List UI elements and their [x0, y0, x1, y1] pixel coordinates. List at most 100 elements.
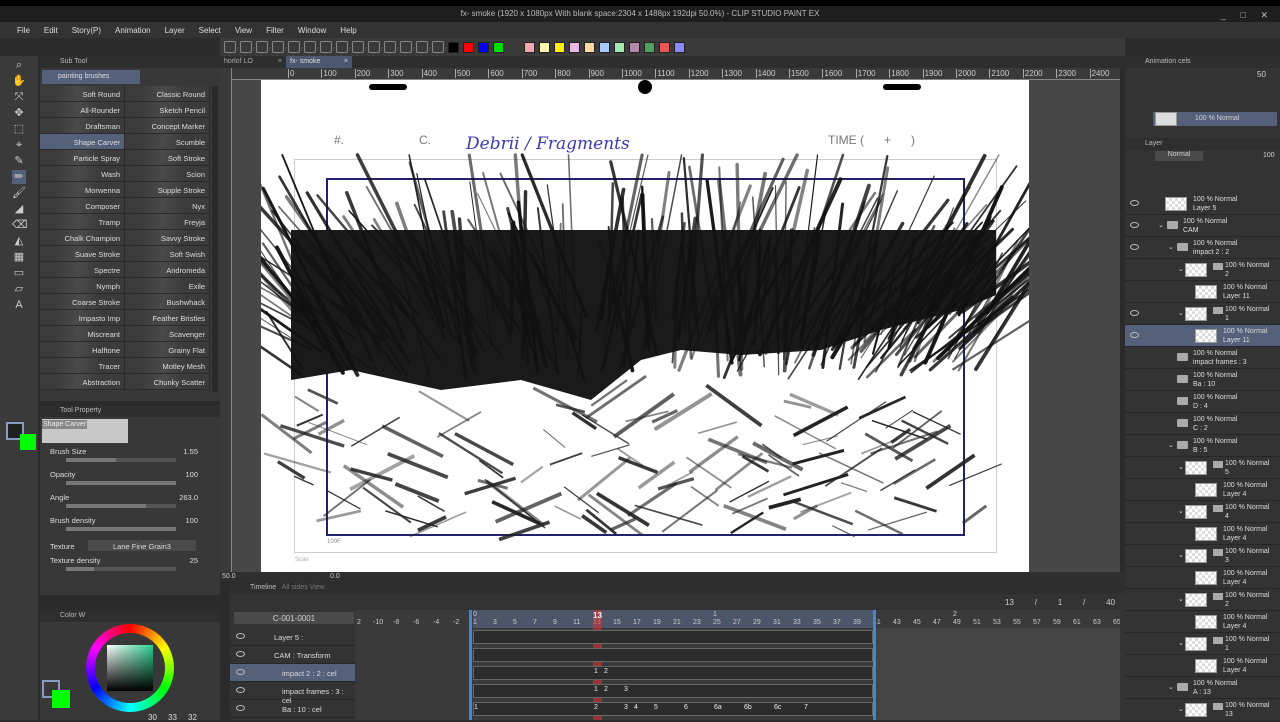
command-icon[interactable]: [352, 41, 364, 53]
document-tab[interactable]: fx- smoke ×: [286, 56, 352, 68]
brush-item[interactable]: Sketch Pencil: [125, 102, 210, 118]
tool-1-icon[interactable]: ✋: [12, 74, 26, 88]
color-swatch-14[interactable]: [674, 41, 685, 53]
property-slider[interactable]: [66, 527, 176, 531]
color-swatch-13[interactable]: [659, 41, 670, 53]
eye-icon[interactable]: [1130, 332, 1139, 338]
brush-item[interactable]: Chunky Scatter: [125, 374, 210, 390]
tool-4-icon[interactable]: ⬚: [12, 122, 26, 136]
chevron-down-icon[interactable]: ⌄: [1178, 309, 1184, 317]
menu-animation[interactable]: Animation: [108, 26, 158, 35]
layer-row[interactable]: ⌄ 100 % Normal impact 2 : 2: [1125, 237, 1280, 259]
color-swatch-2[interactable]: [478, 41, 489, 53]
brush-item[interactable]: Draftsman: [40, 118, 125, 134]
chevron-down-icon[interactable]: ⌄: [1178, 265, 1184, 273]
tool-property-tab[interactable]: Tool Property: [40, 405, 220, 417]
tool-7-icon[interactable]: ✏: [12, 170, 26, 184]
color-swatch-6[interactable]: [554, 41, 565, 53]
brush-item[interactable]: Scumble: [125, 134, 210, 150]
layer-row[interactable]: ⌄ 100 % Normal 2: [1125, 259, 1280, 281]
brush-item[interactable]: Halftone: [40, 342, 125, 358]
layer-row[interactable]: 100 % Normal impact frames : 3: [1125, 347, 1280, 369]
brush-item[interactable]: Nymph: [40, 278, 125, 294]
color-swatch-8[interactable]: [584, 41, 595, 53]
color-swatch-0[interactable]: [448, 41, 459, 53]
eye-icon[interactable]: [1130, 222, 1139, 228]
layer-row[interactable]: 100 % Normal Layer 4: [1125, 479, 1280, 501]
brush-item[interactable]: Bushwhack: [125, 294, 210, 310]
menu-file[interactable]: File: [10, 26, 37, 35]
chevron-down-icon[interactable]: ⌄: [1178, 639, 1184, 647]
command-icon[interactable]: [384, 41, 396, 53]
tool-6-icon[interactable]: ✎: [12, 154, 26, 168]
timeline-tab[interactable]: Timeline All sides View: [230, 582, 1125, 594]
brush-item[interactable]: Composer: [40, 198, 125, 214]
layer-row[interactable]: 100 % Normal Layer 5: [1125, 193, 1280, 215]
sub-tool-tab[interactable]: Sub Tool: [40, 56, 220, 68]
color-swatch-5[interactable]: [539, 41, 550, 53]
tool-10-icon[interactable]: ⌫: [12, 218, 28, 232]
layer-row[interactable]: 100 % Normal Layer 11: [1125, 325, 1280, 347]
color-swatch-11[interactable]: [629, 41, 640, 53]
texture-density-value[interactable]: 25: [190, 556, 198, 565]
command-icon[interactable]: [256, 41, 268, 53]
menu-layer[interactable]: Layer: [158, 26, 192, 35]
layer-row[interactable]: ⌄ 100 % Normal 4: [1125, 501, 1280, 523]
close-icon[interactable]: ×: [344, 58, 348, 65]
color-swatch-3[interactable]: [493, 41, 504, 53]
layer-row[interactable]: ⌄ 100 % Normal B : 5: [1125, 435, 1280, 457]
color-swatch-4[interactable]: [524, 41, 535, 53]
color-swatch-10[interactable]: [614, 41, 625, 53]
brush-item[interactable]: Exile: [125, 278, 210, 294]
paper[interactable]: #. C. Debrii / Fragments TIME ( + ) 100F…: [261, 80, 1029, 572]
brush-item[interactable]: Tramp: [40, 214, 125, 230]
menu-filter[interactable]: Filter: [259, 26, 291, 35]
timeline-track[interactable]: Ba : 10 : cel: [230, 700, 355, 718]
color-swatch-1[interactable]: [463, 41, 474, 53]
layer-row[interactable]: ⌄ 100 % Normal 5: [1125, 457, 1280, 479]
brush-item[interactable]: Miscreant: [40, 326, 125, 342]
color-swatch-7[interactable]: [569, 41, 580, 53]
tool-0-icon[interactable]: ⌕: [12, 58, 26, 72]
layer-row[interactable]: 100 % Normal Layer 4: [1125, 655, 1280, 677]
brush-item[interactable]: Motley Mesh: [125, 358, 210, 374]
layer-opacity-value[interactable]: 100: [1263, 152, 1275, 159]
layer-row[interactable]: 100 % Normal D : 4: [1125, 391, 1280, 413]
saturation-value-square[interactable]: [107, 645, 153, 691]
brush-item[interactable]: Morwenna: [40, 182, 125, 198]
command-icon[interactable]: [240, 41, 252, 53]
property-slider[interactable]: [66, 458, 176, 462]
tool-11-icon[interactable]: ◭: [12, 234, 26, 248]
layer-row[interactable]: 100 % Normal Layer 11: [1125, 281, 1280, 303]
chevron-down-icon[interactable]: ⌄: [1178, 507, 1184, 515]
chevron-down-icon[interactable]: ⌄: [1178, 595, 1184, 603]
animation-cels-tab[interactable]: Animation cels: [1125, 56, 1280, 68]
command-icon[interactable]: [224, 41, 236, 53]
brush-group-painting[interactable]: painting brushes: [42, 70, 140, 84]
tool-3-icon[interactable]: ✥: [12, 106, 26, 120]
onion-opacity-value[interactable]: 50: [1257, 70, 1266, 79]
hue-ring[interactable]: [86, 624, 174, 712]
eye-icon[interactable]: [236, 705, 245, 711]
brush-item[interactable]: Scavenger: [125, 326, 210, 342]
tool-8-icon[interactable]: 🖌: [12, 186, 26, 200]
menu-storyp[interactable]: Story(P): [65, 26, 108, 35]
command-icon[interactable]: [368, 41, 380, 53]
brush-list-scrollbar[interactable]: [212, 86, 218, 392]
eye-icon[interactable]: [236, 687, 245, 693]
document-tab[interactable]: horlof LO ×: [220, 56, 286, 68]
color-swatch-12[interactable]: [644, 41, 655, 53]
sub-color-swatch[interactable]: [52, 690, 70, 708]
command-icon[interactable]: [416, 41, 428, 53]
property-slider[interactable]: [66, 481, 176, 485]
close-icon[interactable]: ×: [278, 58, 282, 65]
brush-item[interactable]: Concept Marker: [125, 118, 210, 134]
menu-edit[interactable]: Edit: [37, 26, 65, 35]
property-slider[interactable]: [66, 504, 176, 508]
brush-item[interactable]: Tracer: [40, 358, 125, 374]
all-sides-view-tab[interactable]: All sides View: [282, 584, 325, 591]
brush-item[interactable]: All-Rounder: [40, 102, 125, 118]
command-icon[interactable]: [400, 41, 412, 53]
brush-item[interactable]: Freyja: [125, 214, 210, 230]
menu-view[interactable]: View: [228, 26, 259, 35]
